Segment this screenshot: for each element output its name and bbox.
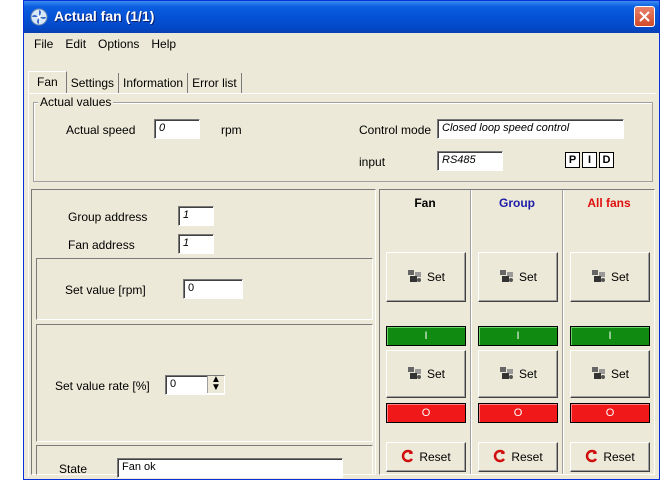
pid-i-button[interactable]: I	[582, 152, 597, 168]
set-label: Set	[426, 367, 445, 381]
actual-values-legend: Actual values	[38, 95, 114, 109]
fan-tab-page: Actual values Actual speed 0 rpm Control…	[28, 93, 656, 478]
reset-label: Reset	[419, 450, 451, 464]
fan-address-label: Fan address	[68, 238, 135, 252]
actual-speed-label: Actual speed	[66, 123, 136, 137]
speed-unit-label: rpm	[221, 123, 242, 137]
tab-fan[interactable]: Fan	[28, 71, 67, 94]
input-field: RS485	[437, 151, 503, 171]
reset-label: Reset	[511, 450, 543, 464]
set-icon	[499, 269, 515, 286]
group-address-label: Group address	[68, 210, 148, 224]
reset-label: Reset	[603, 450, 635, 464]
fan-on-button[interactable]: I	[386, 326, 466, 346]
group-on-button[interactable]: I	[478, 326, 558, 346]
set-rate-spinner[interactable]: ▲ ▼	[207, 375, 224, 393]
control-mode-label: Control mode	[359, 123, 432, 137]
group-address-field[interactable]: 1	[178, 206, 214, 226]
tab-bar: Fan Settings Information Error list	[28, 71, 242, 94]
group-set-button[interactable]: Set	[478, 252, 558, 302]
menu-help[interactable]: Help	[145, 37, 182, 51]
set-label: Set	[518, 367, 537, 381]
menu-file[interactable]: File	[28, 37, 59, 51]
fan-address-field[interactable]: 1	[178, 234, 214, 254]
group-reset-button[interactable]: Reset	[478, 442, 558, 472]
set-label: Set	[610, 367, 629, 381]
set-value-input[interactable]: 0	[183, 279, 243, 299]
set-rate-label: Set value rate [%]	[55, 379, 150, 393]
actual-speed-field: 0	[154, 119, 200, 139]
input-label: input	[359, 155, 386, 169]
all-fans-reset-button[interactable]: Reset	[570, 442, 650, 472]
actual-values-group: Actual values Actual speed 0 rpm Control…	[33, 95, 653, 182]
all-fans-on-button[interactable]: I	[570, 326, 650, 346]
spin-down-icon[interactable]: ▼	[211, 382, 221, 393]
reset-icon	[401, 449, 415, 466]
set-label: Set	[426, 270, 445, 284]
reset-icon	[585, 449, 599, 466]
set-value-section: Set value [rpm] 0	[36, 258, 373, 320]
column-divider	[470, 190, 472, 474]
reset-icon	[493, 449, 507, 466]
set-icon	[591, 366, 607, 383]
group-off-button[interactable]: O	[478, 403, 558, 423]
set-icon	[407, 269, 423, 286]
set-rate-section: Set value rate [%] 0 ▲ ▼	[36, 324, 373, 442]
set-icon	[591, 269, 607, 286]
fan-reset-button[interactable]: Reset	[386, 442, 466, 472]
all-fans-off-button[interactable]: O	[570, 403, 650, 423]
window-title: Actual fan (1/1)	[54, 8, 155, 24]
state-section: State Fan ok	[36, 445, 373, 478]
state-field: Fan ok	[117, 458, 343, 478]
set-icon	[499, 366, 515, 383]
close-icon	[639, 11, 650, 22]
state-label: State	[59, 462, 88, 476]
column-title-group: Group	[499, 196, 535, 210]
fan-icon	[30, 8, 48, 26]
close-button[interactable]	[634, 6, 655, 27]
left-settings-panel: Group address 1 Fan address 1 Set value …	[31, 189, 376, 478]
all-fans-set-button[interactable]: Set	[570, 252, 650, 302]
set-label: Set	[610, 270, 629, 284]
pid-p-button[interactable]: P	[565, 152, 580, 168]
group-rate-set-button[interactable]: Set	[478, 350, 558, 398]
pid-d-button[interactable]: D	[599, 152, 614, 168]
column-title-all-fans: All fans	[587, 196, 631, 210]
control-mode-field: Closed loop speed control	[437, 119, 624, 139]
set-icon	[407, 366, 423, 383]
fan-set-button[interactable]: Set	[386, 252, 466, 302]
tab-settings[interactable]: Settings	[67, 73, 120, 93]
menu-options[interactable]: Options	[92, 37, 145, 51]
set-value-label: Set value [rpm]	[65, 283, 146, 297]
fan-off-button[interactable]: O	[386, 403, 466, 423]
column-title-fan: Fan	[414, 196, 436, 210]
all-fans-rate-set-button[interactable]: Set	[570, 350, 650, 398]
column-divider	[562, 190, 564, 474]
menu-edit[interactable]: Edit	[59, 37, 92, 51]
title-bar[interactable]: Actual fan (1/1)	[24, 1, 659, 33]
set-label: Set	[518, 270, 537, 284]
fan-rate-set-button[interactable]: Set	[386, 350, 466, 398]
control-grid: Fan Set I Set O Reset Group Set I Set O …	[379, 189, 655, 475]
menu-bar: File Edit Options Help	[24, 33, 659, 55]
tab-error-list[interactable]: Error list	[188, 73, 242, 93]
tab-information[interactable]: Information	[119, 73, 189, 93]
app-window: Actual fan (1/1) File Edit Options Help …	[23, 0, 660, 480]
